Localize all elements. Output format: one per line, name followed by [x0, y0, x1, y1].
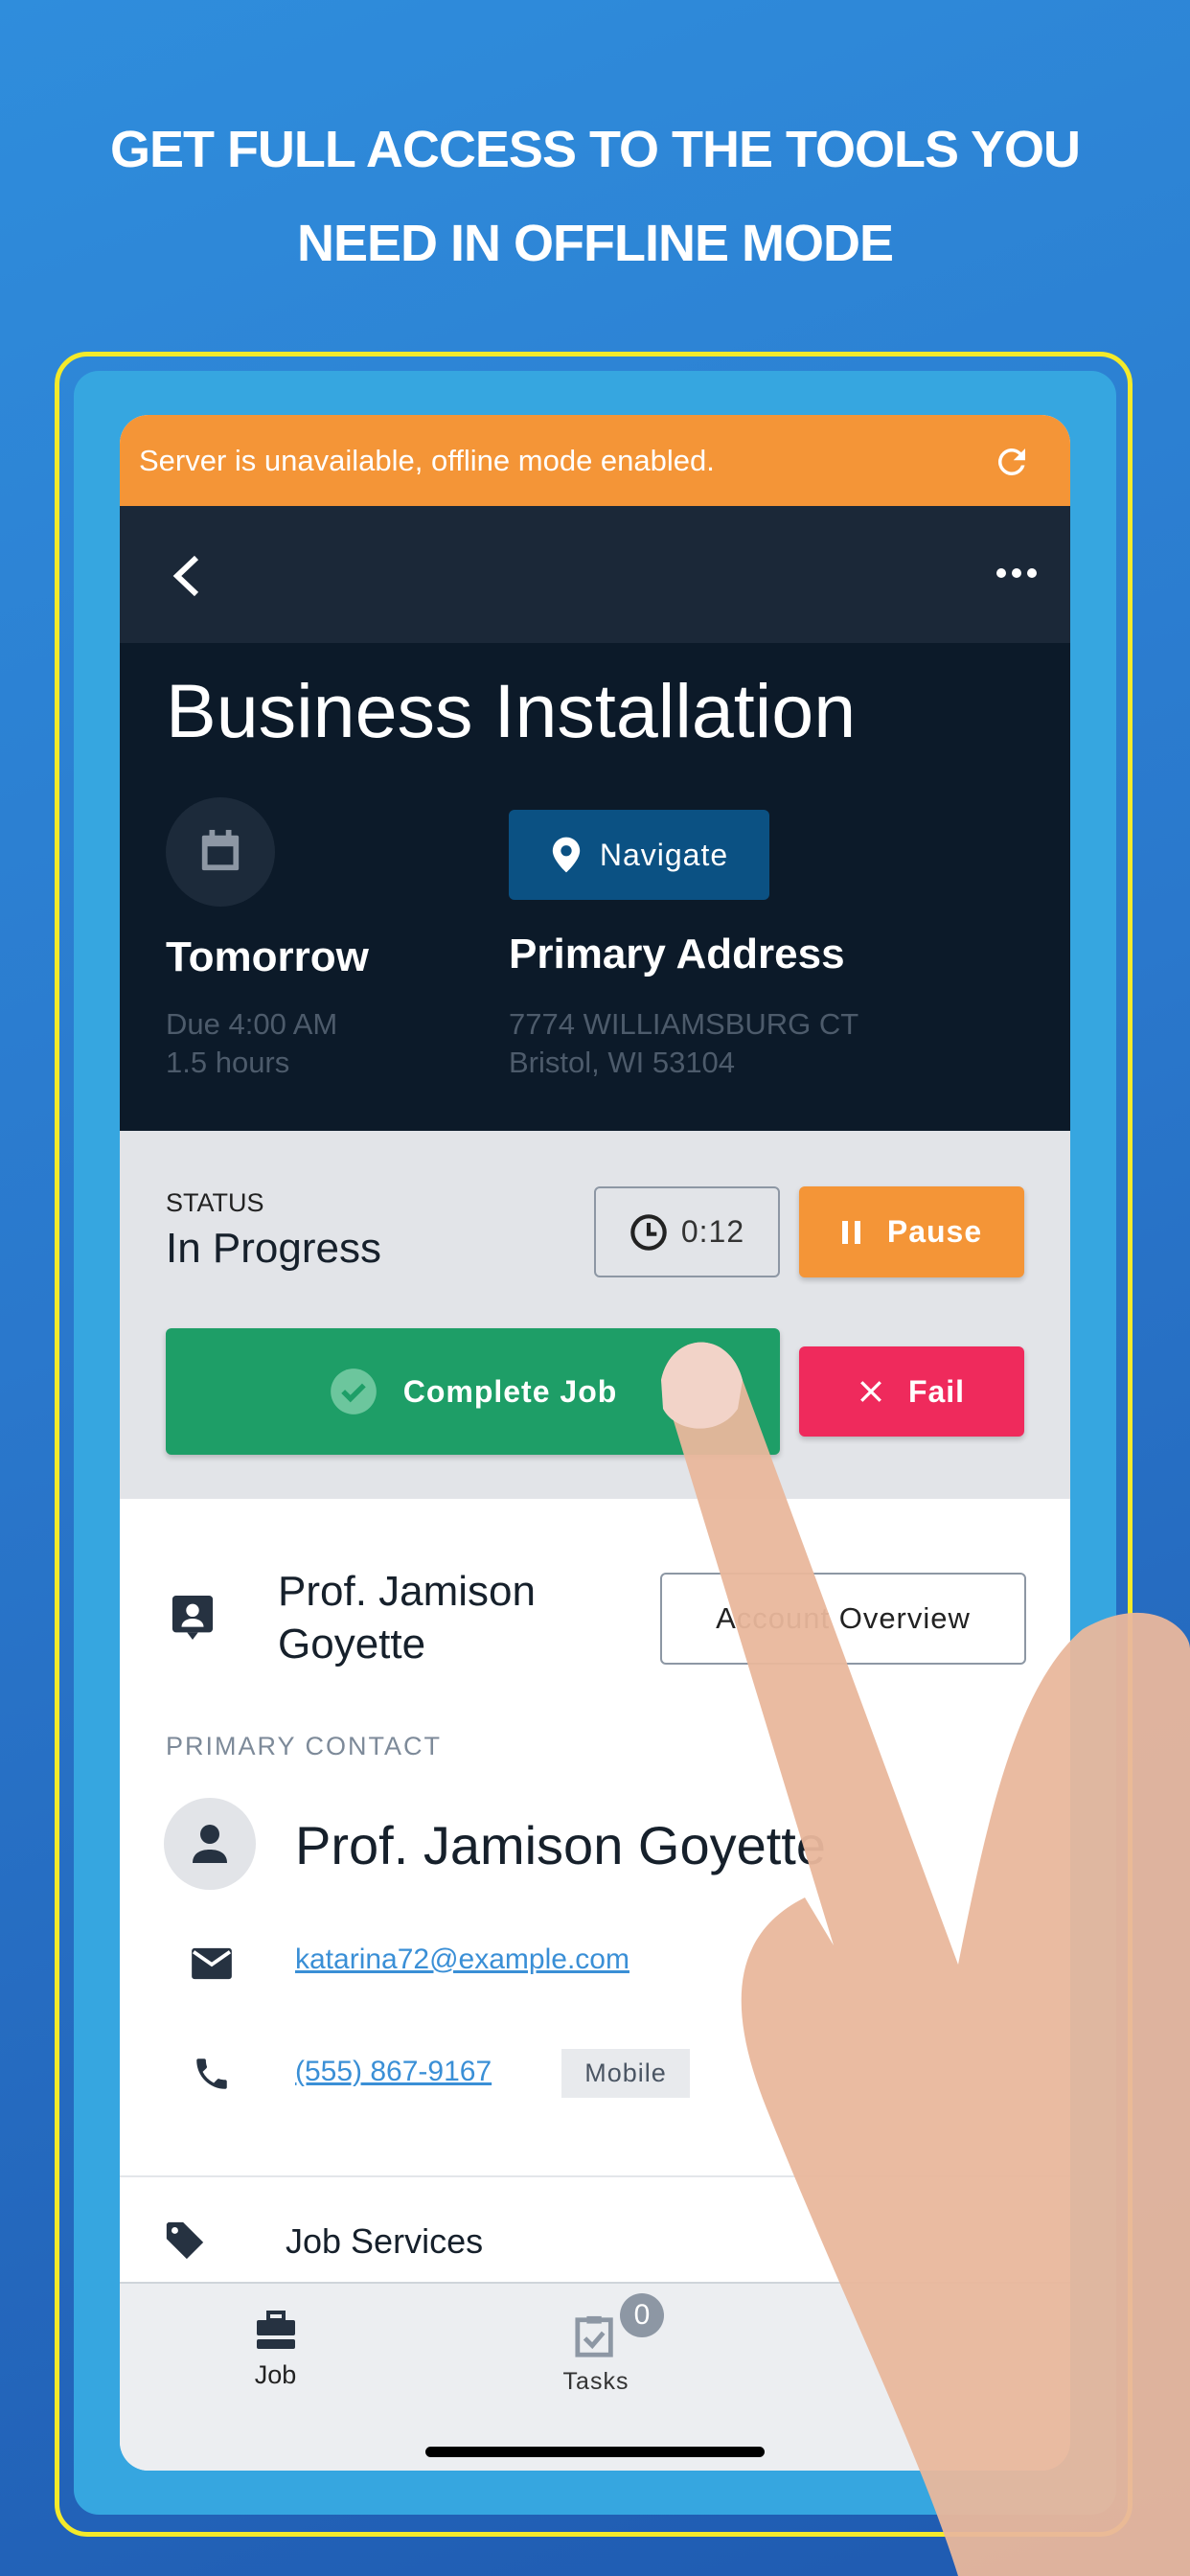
hand-shape [661, 1342, 1190, 2576]
hand-illustration [661, 1342, 1190, 2576]
fingernail [661, 1342, 743, 1429]
